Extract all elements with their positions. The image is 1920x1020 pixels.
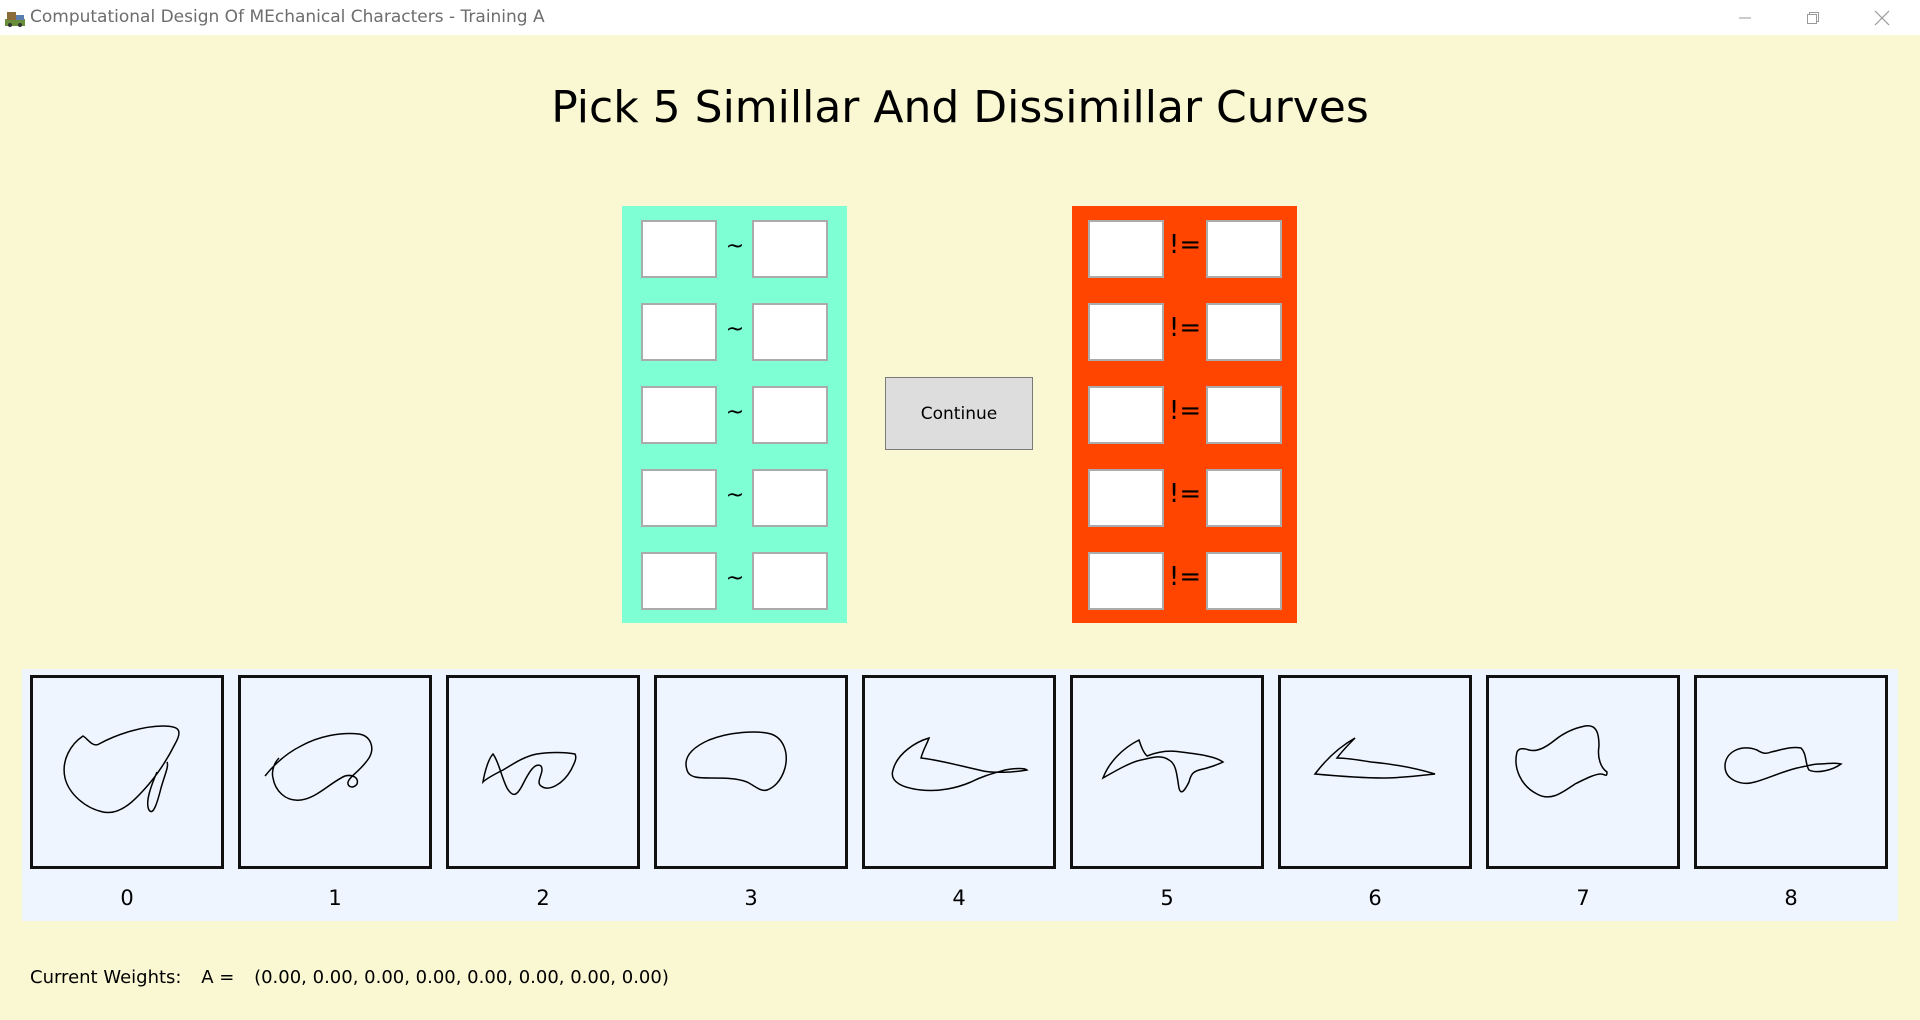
dissimilar-pair-row: != <box>1072 220 1297 278</box>
curve-thumbnail[interactable] <box>1070 675 1264 869</box>
curve-label: 0 <box>120 886 134 910</box>
curve-thumbnail[interactable] <box>1486 675 1680 869</box>
curve-gallery: 0 1 2 3 4 5 6 7 8 <box>22 669 1898 921</box>
similar-slot-left[interactable] <box>641 469 717 527</box>
similar-symbol: ~ <box>725 483 745 508</box>
curve-thumbnail[interactable] <box>862 675 1056 869</box>
similar-pair-row: ~ <box>622 469 847 527</box>
curve-item-4[interactable]: 4 <box>862 675 1056 915</box>
curve-label: 8 <box>1784 886 1798 910</box>
similar-pair-row: ~ <box>622 386 847 444</box>
dissimilar-slot-left[interactable] <box>1088 303 1164 361</box>
similar-symbol: ~ <box>725 400 745 425</box>
similar-slot-right[interactable] <box>752 220 828 278</box>
curve-label: 1 <box>328 886 342 910</box>
curve-drawing <box>1724 746 1843 784</box>
curve-label: 5 <box>1160 886 1174 910</box>
similar-symbol: ~ <box>725 234 745 259</box>
close-icon <box>1874 10 1890 25</box>
dissimilar-symbol: != <box>1168 230 1202 260</box>
curve-drawing <box>63 725 180 814</box>
similar-symbol: ~ <box>725 317 745 342</box>
similar-slot-right[interactable] <box>752 303 828 361</box>
curve-label: 3 <box>744 886 758 910</box>
curve-label: 2 <box>536 886 550 910</box>
title-bar: Computational Design Of MEchanical Chara… <box>0 0 1920 35</box>
dissimilar-symbol: != <box>1168 479 1202 509</box>
curve-thumbnail[interactable] <box>1694 675 1888 869</box>
curve-item-1[interactable]: 1 <box>238 675 432 915</box>
curve-item-6[interactable]: 6 <box>1278 675 1472 915</box>
curve-thumbnail[interactable] <box>654 675 848 869</box>
continue-button[interactable]: Continue <box>885 377 1033 450</box>
similar-slot-right[interactable] <box>752 386 828 444</box>
dissimilar-symbol: != <box>1168 562 1202 592</box>
dissimilar-slot-left[interactable] <box>1088 469 1164 527</box>
dissimilar-slot-left[interactable] <box>1088 552 1164 610</box>
restore-icon <box>1807 11 1819 24</box>
similar-symbol: ~ <box>725 566 745 591</box>
dissimilar-slot-right[interactable] <box>1206 303 1282 361</box>
curve-drawing <box>1101 738 1225 793</box>
similar-slot-left[interactable] <box>641 552 717 610</box>
dissimilar-symbol: != <box>1168 396 1202 426</box>
restore-button[interactable] <box>1783 0 1843 35</box>
dissimilar-pairs-panel: != != != != != <box>1072 206 1297 623</box>
curve-thumbnail[interactable] <box>446 675 640 869</box>
curve-drawing <box>1313 737 1436 779</box>
dissimilar-slot-right[interactable] <box>1206 552 1282 610</box>
dissimilar-pair-row: != <box>1072 303 1297 361</box>
weights-name: A = <box>201 967 235 988</box>
curve-item-5[interactable]: 5 <box>1070 675 1264 915</box>
page-title: Pick 5 Simillar And Dissimillar Curves <box>551 82 1369 133</box>
curve-item-0[interactable]: 0 <box>30 675 224 915</box>
curve-thumbnail[interactable] <box>30 675 224 869</box>
weights-values: (0.00, 0.00, 0.00, 0.00, 0.00, 0.00, 0.0… <box>254 967 669 988</box>
curve-label: 6 <box>1368 886 1382 910</box>
similar-slot-left[interactable] <box>641 386 717 444</box>
weights-label: Current Weights: <box>30 967 182 988</box>
window-title: Computational Design Of MEchanical Chara… <box>30 7 545 27</box>
curve-drawing <box>481 751 577 796</box>
dissimilar-slot-left[interactable] <box>1088 386 1164 444</box>
similar-slot-left[interactable] <box>641 220 717 278</box>
curve-thumbnail[interactable] <box>1278 675 1472 869</box>
curve-item-8[interactable]: 8 <box>1694 675 1888 915</box>
curve-label: 7 <box>1576 886 1590 910</box>
minimize-button[interactable] <box>1715 0 1775 35</box>
close-button[interactable] <box>1852 0 1912 35</box>
similar-slot-right[interactable] <box>752 552 828 610</box>
dissimilar-slot-right[interactable] <box>1206 386 1282 444</box>
curve-drawing <box>685 731 787 792</box>
curve-drawing <box>264 732 373 801</box>
dissimilar-symbol: != <box>1168 313 1202 343</box>
curve-item-2[interactable]: 2 <box>446 675 640 915</box>
app-icon <box>5 12 25 27</box>
dissimilar-slot-left[interactable] <box>1088 220 1164 278</box>
dissimilar-slot-right[interactable] <box>1206 469 1282 527</box>
dissimilar-slot-right[interactable] <box>1206 220 1282 278</box>
curve-item-3[interactable]: 3 <box>654 675 848 915</box>
curve-thumbnail[interactable] <box>238 675 432 869</box>
similar-slot-left[interactable] <box>641 303 717 361</box>
curve-label: 4 <box>952 886 966 910</box>
similar-pair-row: ~ <box>622 552 847 610</box>
dissimilar-pair-row: != <box>1072 386 1297 444</box>
similar-pairs-panel: ~ ~ ~ ~ ~ <box>622 206 847 623</box>
minimize-icon <box>1739 17 1751 18</box>
curve-drawing <box>891 736 1029 792</box>
curve-item-7[interactable]: 7 <box>1486 675 1680 915</box>
current-weights: Current Weights: A = (0.00, 0.00, 0.00, … <box>30 967 669 988</box>
curve-drawing <box>1515 725 1608 798</box>
similar-slot-right[interactable] <box>752 469 828 527</box>
similar-pair-row: ~ <box>622 220 847 278</box>
dissimilar-pair-row: != <box>1072 552 1297 610</box>
app-window: Computational Design Of MEchanical Chara… <box>0 0 1920 1020</box>
dissimilar-pair-row: != <box>1072 469 1297 527</box>
similar-pair-row: ~ <box>622 303 847 361</box>
